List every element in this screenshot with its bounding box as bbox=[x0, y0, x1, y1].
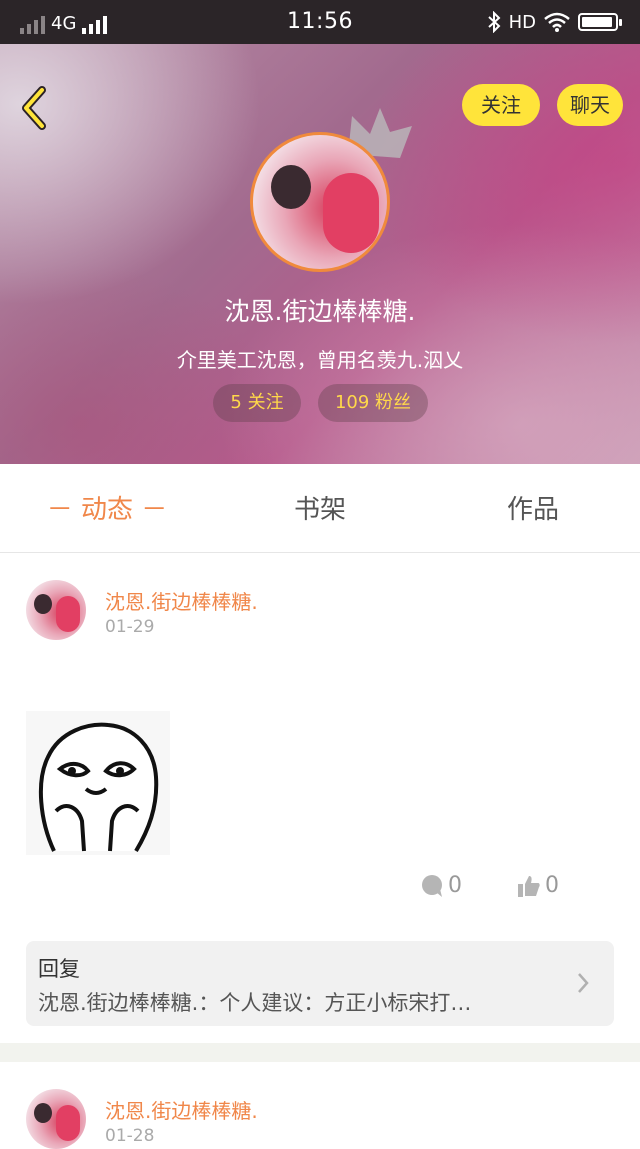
fans-count-chip[interactable]: 109 粉丝 bbox=[318, 384, 428, 422]
back-arrow-icon bbox=[22, 86, 46, 130]
back-button[interactable] bbox=[16, 84, 56, 132]
profile-tabs: － 动态 － 书架 作品 bbox=[0, 464, 640, 553]
wifi-icon bbox=[544, 12, 570, 32]
feed-divider bbox=[0, 1043, 640, 1062]
sticker-image[interactable] bbox=[26, 711, 170, 855]
reply-label: 回复 bbox=[38, 957, 80, 981]
post-date: 01-28 bbox=[105, 1126, 155, 1146]
author-avatar[interactable] bbox=[26, 580, 86, 640]
author-avatar[interactable] bbox=[26, 1089, 86, 1149]
profile-avatar[interactable] bbox=[250, 132, 390, 272]
tab-bookshelf[interactable]: 书架 bbox=[245, 464, 395, 552]
status-right: HD bbox=[487, 10, 622, 34]
author-name[interactable]: 沈恩.街边棒棒糖. bbox=[105, 1095, 258, 1124]
comment-icon bbox=[422, 874, 442, 897]
follow-button[interactable]: 关注 bbox=[462, 84, 540, 126]
following-count-chip[interactable]: 5 关注 bbox=[213, 384, 301, 422]
comment-count: 0 bbox=[448, 873, 462, 898]
meme-face-icon bbox=[38, 722, 159, 853]
comment-action[interactable]: 0 bbox=[420, 873, 462, 898]
feed-item[interactable]: 沈恩.街边棒棒糖. 01-29 0 0 回复 沈恩.街边棒棒糖.：个人建议：方正… bbox=[0, 553, 640, 1043]
author-name[interactable]: 沈恩.街边棒棒糖. bbox=[105, 586, 258, 615]
post-date: 01-29 bbox=[105, 617, 155, 637]
like-action[interactable]: 0 bbox=[517, 873, 559, 898]
status-bar: 4G 11:56 HD bbox=[0, 0, 640, 44]
reply-preview[interactable]: 回复 沈恩.街边棒棒糖.：个人建议：方正小标宋打… bbox=[26, 941, 614, 1026]
tab-works[interactable]: 作品 bbox=[458, 464, 608, 552]
chevron-right-icon bbox=[578, 973, 589, 993]
profile-nickname: 沈恩.街边棒棒糖. bbox=[224, 297, 416, 326]
chat-button[interactable]: 聊天 bbox=[557, 84, 623, 126]
bluetooth-icon bbox=[487, 11, 501, 33]
like-count: 0 bbox=[545, 873, 559, 898]
feed-item[interactable]: 沈恩.街边棒棒糖. 01-28 bbox=[0, 1062, 640, 1149]
battery-icon bbox=[578, 13, 622, 31]
profile-header: 关注 聊天 沈恩.街边棒棒糖. 介里美工沈恩，曾用名羡九.泅乂 5 关注 109… bbox=[0, 44, 640, 464]
battery-level bbox=[582, 17, 613, 27]
thumbs-up-icon bbox=[518, 875, 540, 897]
reply-text: 沈恩.街边棒棒糖.：个人建议：方正小标宋打… bbox=[38, 991, 472, 1015]
hd-indicator: HD bbox=[508, 11, 536, 33]
profile-bio: 介里美工沈恩，曾用名羡九.泅乂 bbox=[176, 348, 464, 372]
tab-activity[interactable]: － 动态 － bbox=[32, 464, 182, 552]
